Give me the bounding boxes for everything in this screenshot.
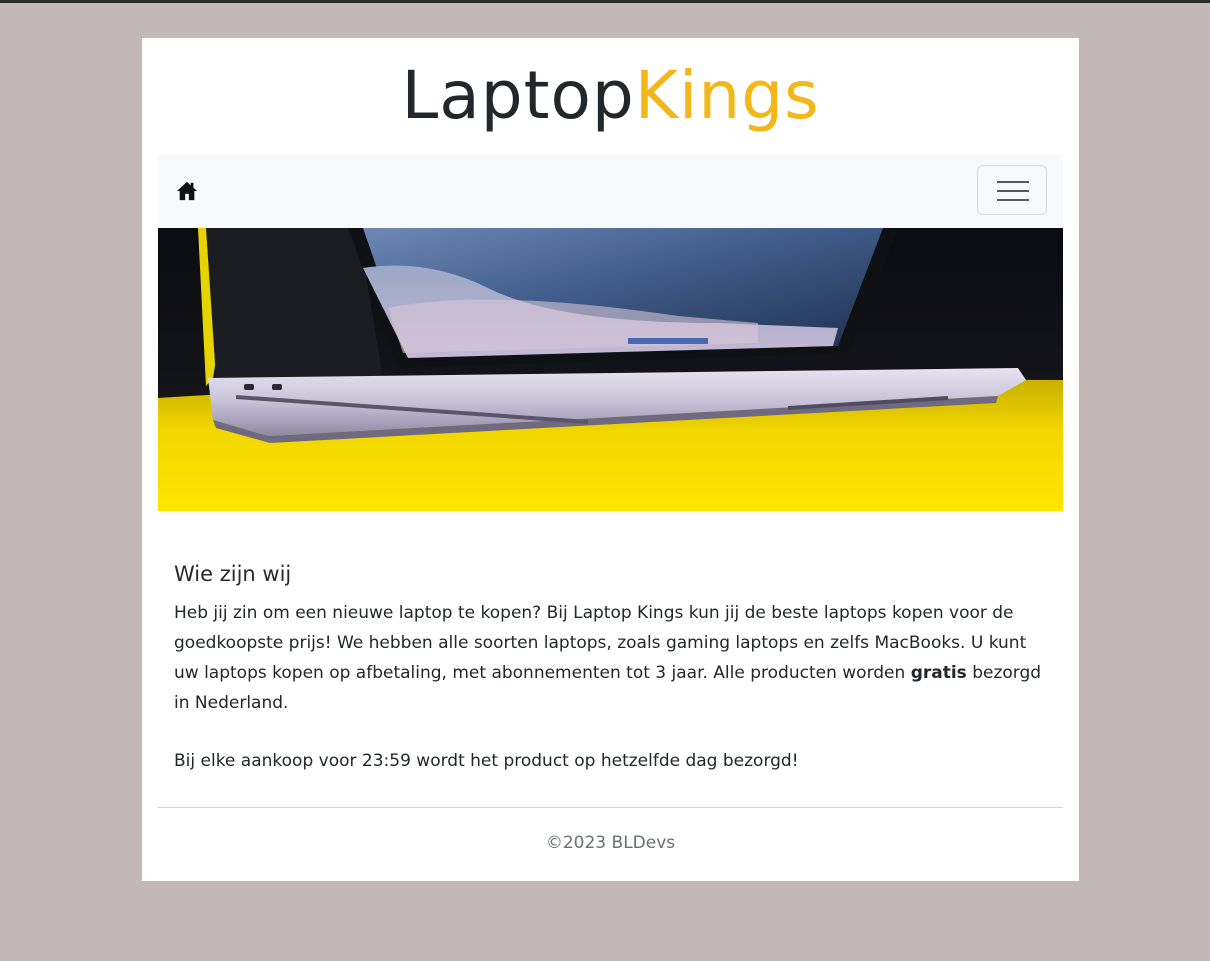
- about-heading: Wie zijn wij: [174, 562, 292, 586]
- hamburger-icon-bar: [997, 181, 1029, 183]
- hero-banner-image: [158, 228, 1063, 511]
- delivery-paragraph: Bij elke aankoop voor 23:59 wordt het pr…: [174, 751, 799, 771]
- navbar-toggler-button[interactable]: [977, 165, 1047, 215]
- hamburger-icon-bar: [997, 190, 1029, 192]
- about-text: Heb jij zin om een nieuwe laptop te kope…: [174, 603, 1027, 683]
- page-card: LaptopKings Wie zijn wij Heb jij zin om …: [142, 38, 1079, 881]
- hamburger-icon-bar: [997, 199, 1029, 201]
- about-paragraph: Heb jij zin om een nieuwe laptop te kope…: [174, 598, 1044, 718]
- about-text-bold: gratis: [910, 663, 967, 683]
- navbar: [158, 154, 1063, 228]
- logo-text-laptop: Laptop: [401, 57, 635, 134]
- top-border: [0, 0, 1210, 3]
- footer-divider: [158, 807, 1063, 808]
- home-icon[interactable]: [176, 180, 198, 202]
- site-logo[interactable]: LaptopKings: [142, 56, 1079, 136]
- footer-copyright: ©2023 BLDevs: [545, 833, 676, 853]
- logo-text-kings: Kings: [634, 57, 820, 134]
- about-section: Wie zijn wij Heb jij zin om een nieuwe l…: [174, 558, 1044, 776]
